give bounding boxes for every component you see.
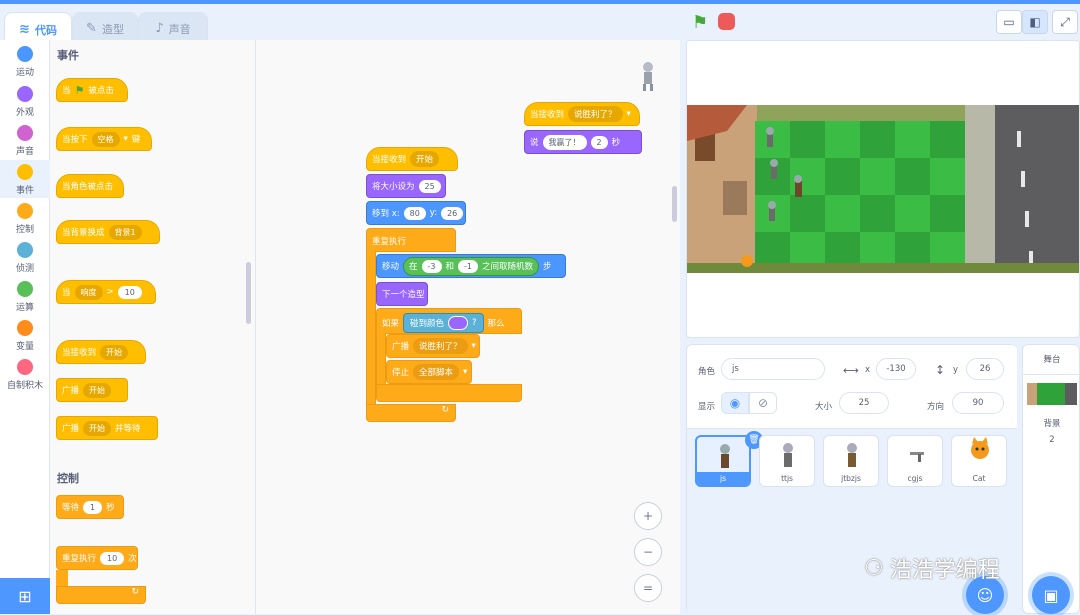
watermark: ⚆ 浩浩学编程 <box>864 555 1000 584</box>
fullscreen-button[interactable]: ⤢ <box>1052 10 1078 34</box>
stage-target-title: 舞台 <box>1023 345 1080 375</box>
block-stop-all[interactable]: 停止 全部脚本 ▾ <box>386 360 472 384</box>
forever-block-foot: ↻ <box>366 404 456 422</box>
sensing-touching-color[interactable]: 碰到颜色? <box>403 313 484 333</box>
block-wait[interactable]: 等待 1 秒 <box>56 495 124 519</box>
category-events[interactable]: 事件 <box>0 160 50 198</box>
eye-icon: ◉ <box>729 396 741 410</box>
palette-section-control: 控制 <box>57 472 79 485</box>
sprite-properties: 角色 js ⟷ x -130 ↕ y 26 显示 ◉ ⊘ 大小 25 方向 90 <box>687 345 1017 429</box>
block-when-backdrop-switches[interactable]: 当背景换成 背景1 <box>56 220 160 244</box>
block-move-steps[interactable]: 移动 在 -3 和 -1 之间取随机数 步 <box>376 254 566 278</box>
sprite-tile-js[interactable]: js 🗑 <box>695 431 763 487</box>
y-position-input[interactable]: 26 <box>966 358 1004 380</box>
repeat-block-foot: ↻ <box>56 586 146 604</box>
sprite-name-input[interactable]: js <box>721 358 825 380</box>
eye-slash-icon: ⊘ <box>757 396 769 410</box>
block-broadcast[interactable]: 广播 开始 <box>56 378 128 402</box>
zoom-out-icon: − <box>642 545 654 559</box>
stage-scene <box>687 41 1079 273</box>
category-motion[interactable]: 运动 <box>0 42 50 80</box>
brush-icon: ✎ <box>86 21 97 36</box>
backdrop-count: 2 <box>1049 435 1055 445</box>
zoom-in-icon: + <box>642 509 654 523</box>
sprite-thumbnail <box>910 452 924 462</box>
small-stage-button[interactable]: ▭ <box>996 10 1022 34</box>
add-extension-button[interactable]: ⊞ <box>0 578 50 614</box>
zoom-reset-button[interactable]: = <box>634 574 662 602</box>
cat-face-icon: ☺ <box>976 585 994 605</box>
workspace-scrollbar[interactable] <box>672 186 677 222</box>
cat-sprite-thumbnail <box>971 437 989 459</box>
zoom-in-button[interactable]: + <box>634 502 662 530</box>
x-position-input[interactable]: -130 <box>876 358 916 380</box>
block-when-loudness[interactable]: 当响度 >10 <box>56 280 156 304</box>
code-icon: ≋ <box>19 22 30 37</box>
block-broadcast-and-wait[interactable]: 广播 开始 并等待 <box>56 416 158 440</box>
sprite-thumbnail <box>847 443 857 467</box>
size-input[interactable]: 25 <box>839 392 889 414</box>
category-looks[interactable]: 外观 <box>0 82 50 120</box>
operator-random[interactable]: 在 -3 和 -1 之间取随机数 <box>403 256 540 276</box>
speaker-icon: ♪ <box>155 21 164 36</box>
if-block-arm <box>376 333 386 385</box>
block-when-i-receive-start[interactable]: 当接收到 开始 <box>366 147 458 171</box>
trash-icon: 🗑 <box>748 435 760 445</box>
stage-target-panel[interactable]: 舞台 背景 2 <box>1022 344 1080 614</box>
x-arrows-icon: ⟷ <box>843 364 859 377</box>
backdrop-label: 背景 <box>1043 419 1061 429</box>
block-palette: 事件 当 ⚑ 被点击 当按下 空格 ▾ 键 当角色被点击 当背景换成 背景1 当响度 >10 … <box>50 40 256 614</box>
hide-sprite-button[interactable]: ⊘ <box>749 392 777 414</box>
category-my-blocks[interactable]: 自制积木 <box>0 355 50 393</box>
wechat-icon: ⚆ <box>864 555 884 581</box>
sprite-tile-jtbzjs[interactable]: jtbzjs <box>823 435 879 487</box>
green-flag-icon: ⚑ <box>74 83 85 97</box>
y-arrows-icon: ↕ <box>935 363 946 377</box>
block-go-to-xy[interactable]: 移到 x: 80 y: 26 <box>366 201 466 225</box>
stage-canvas[interactable] <box>686 40 1080 338</box>
direction-input[interactable]: 90 <box>952 392 1004 414</box>
block-say-for-secs[interactable]: 说我赢了！ 2 秒 <box>524 130 642 154</box>
palette-section-events: 事件 <box>57 49 79 62</box>
block-set-size[interactable]: 将大小设为 25 <box>366 174 446 198</box>
choose-backdrop-button[interactable]: ▣ <box>1032 576 1070 614</box>
stop-icon[interactable] <box>718 13 735 30</box>
block-when-i-receive-victory[interactable]: 当接收到 说胜利了？ ▾ <box>524 102 640 126</box>
show-sprite-button[interactable]: ◉ <box>721 392 749 414</box>
script-workspace[interactable]: 当接收到 开始 将大小设为 25 移到 x: 80 y: 26 重复执行 ↻ 移动 在 -3… <box>256 40 680 614</box>
block-when-sprite-clicked[interactable]: 当角色被点击 <box>56 174 124 198</box>
green-flag-icon[interactable]: ⚑ <box>692 12 708 33</box>
editor-tabs: ≋ 代码 ✎ 造型 ♪ 声音 <box>0 4 680 46</box>
category-sound[interactable]: 声音 <box>0 121 50 159</box>
block-repeat[interactable]: 重复执行 10 次 <box>56 546 138 570</box>
block-forever[interactable]: 重复执行 <box>366 228 456 252</box>
category-menu: 运动 外观 声音 事件 控制 侦测 运算 变量 自制积木 <box>0 40 50 614</box>
category-sensing[interactable]: 侦测 <box>0 238 50 276</box>
sprite-tile-cat[interactable]: Cat <box>951 435 1007 487</box>
block-when-i-receive[interactable]: 当接收到 开始 <box>56 340 146 364</box>
backdrop-thumbnail <box>1027 383 1077 405</box>
zoom-out-button[interactable]: − <box>634 538 662 566</box>
block-when-flag-clicked[interactable]: 当 ⚑ 被点击 <box>56 78 128 102</box>
color-swatch[interactable] <box>448 316 469 330</box>
large-stage-button[interactable]: ◧ <box>1022 10 1048 34</box>
zoom-reset-icon: = <box>642 581 654 595</box>
block-when-key-pressed[interactable]: 当按下 空格 ▾ 键 <box>56 127 152 151</box>
forever-block-arm <box>366 251 376 409</box>
image-icon: ▣ <box>1043 585 1059 605</box>
sprite-thumbnail <box>783 443 793 467</box>
category-control[interactable]: 控制 <box>0 199 50 237</box>
block-if-then[interactable]: 如果 碰到颜色? 那么 <box>376 308 522 334</box>
extension-icon: ⊞ <box>18 586 32 606</box>
sprite-tile-ttjs[interactable]: ttjs <box>759 435 815 487</box>
category-operators[interactable]: 运算 <box>0 277 50 315</box>
block-broadcast-victory[interactable]: 广播 说胜利了？ ▾ <box>386 334 480 358</box>
sprite-tile-cgjs[interactable]: cgjs <box>887 435 943 487</box>
block-next-costume[interactable]: 下一个造型 <box>376 282 428 306</box>
if-block-foot <box>376 384 522 402</box>
palette-scrollbar[interactable] <box>246 262 251 324</box>
current-sprite-watermark <box>643 62 653 91</box>
category-variables[interactable]: 变量 <box>0 316 50 354</box>
